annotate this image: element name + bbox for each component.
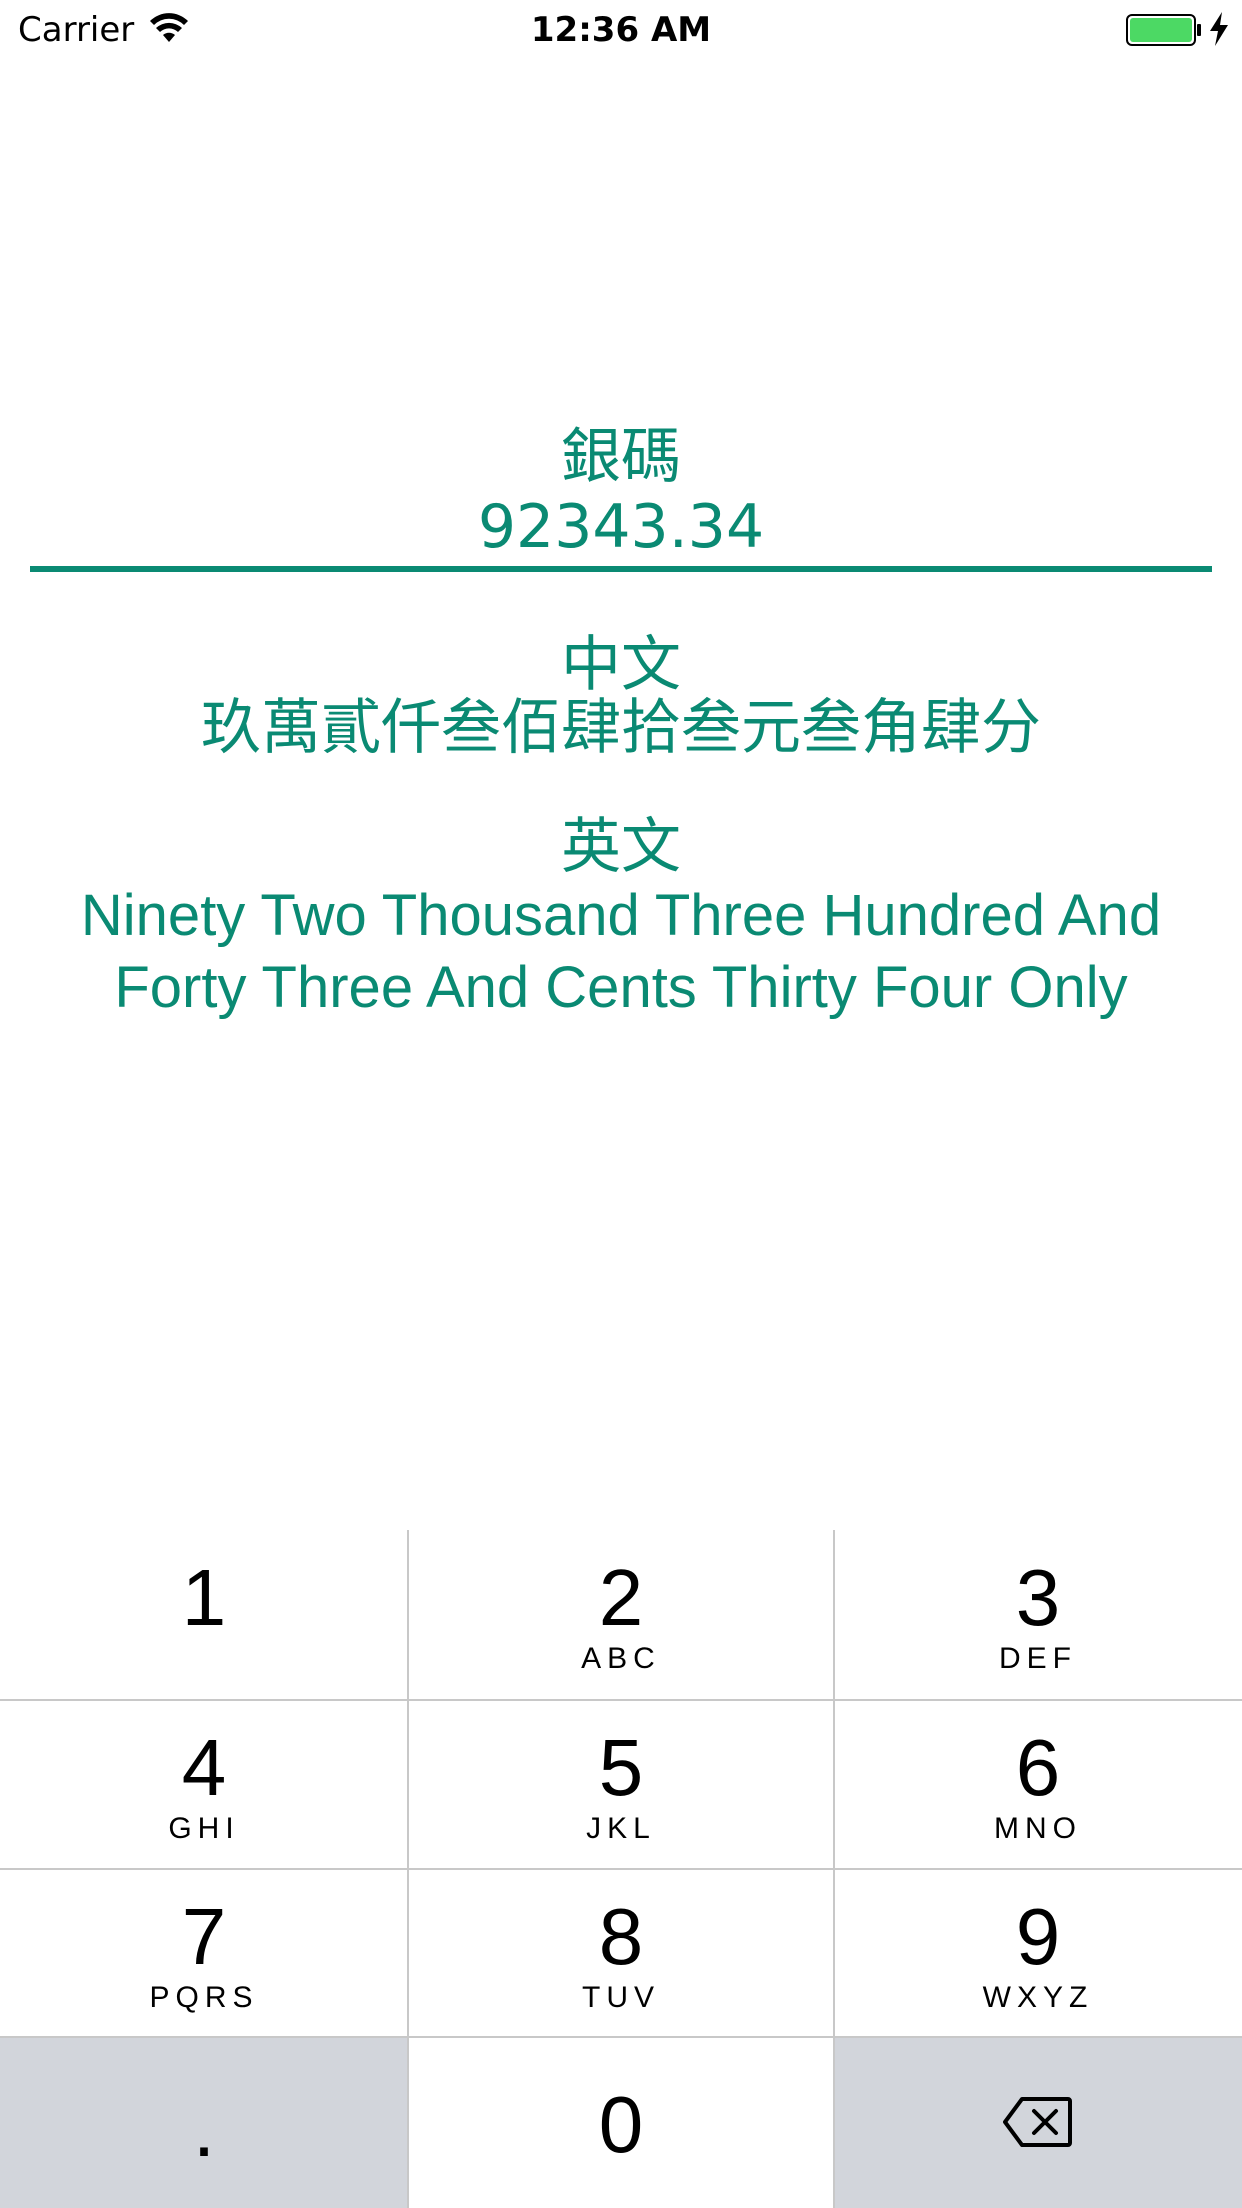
key-digit: 0 [598, 2080, 644, 2169]
keypad-divider [0, 1699, 1242, 1701]
key-letters: TUV [582, 1981, 660, 2014]
amount-underline [30, 566, 1212, 572]
key-decimal-symbol: . [192, 2084, 216, 2173]
key-letters: JKL [586, 1812, 656, 1845]
key-digit: 2 [598, 1553, 644, 1642]
converter-panel: 銀碼 中文 玖萬貳仟叁佰肆拾叁元叁角肆分 英文 Ninety Two Thous… [0, 0, 1242, 1530]
key-digit: 6 [1015, 1723, 1061, 1812]
key-letters: GHI [168, 1812, 240, 1845]
key-digit: 8 [598, 1892, 644, 1981]
key-letters: ABC [581, 1642, 661, 1675]
key-8[interactable]: 8 TUV [408, 1869, 834, 2037]
key-digit: 5 [598, 1723, 644, 1812]
key-1[interactable]: 1 [0, 1530, 408, 1700]
key-digit: 4 [181, 1723, 227, 1812]
amount-input[interactable] [30, 496, 1212, 558]
chinese-amount-text: 玖萬貳仟叁佰肆拾叁元叁角肆分 [201, 693, 1041, 763]
key-5[interactable]: 5 JKL [408, 1700, 834, 1869]
key-7[interactable]: 7 PQRS [0, 1869, 408, 2037]
key-digit: 3 [1015, 1553, 1061, 1642]
key-3[interactable]: 3 DEF [834, 1530, 1242, 1700]
key-letters: WXYZ [982, 1981, 1094, 2014]
keypad-divider [0, 2036, 1242, 2038]
key-0[interactable]: 0 [408, 2037, 834, 2208]
key-digit: 1 [181, 1553, 227, 1642]
chinese-label: 中文 [561, 630, 681, 700]
key-digit: 9 [1015, 1892, 1061, 1981]
key-6[interactable]: 6 MNO [834, 1700, 1242, 1869]
keypad-divider [0, 1868, 1242, 1870]
key-letters: PQRS [149, 1981, 259, 2014]
backspace-icon [1003, 2097, 1072, 2147]
key-digit: 7 [181, 1892, 227, 1981]
key-letters: DEF [999, 1642, 1077, 1675]
decimal-key[interactable]: . [0, 2037, 408, 2208]
english-amount-text: Ninety Two Thousand Three Hundred And Fo… [80, 883, 1162, 1020]
bank-amount-label: 銀碼 [561, 422, 681, 492]
key-letters: MNO [994, 1812, 1082, 1845]
key-9[interactable]: 9 WXYZ [834, 1869, 1242, 2037]
english-label: 英文 [561, 812, 681, 882]
key-4[interactable]: 4 GHI [0, 1700, 408, 1869]
key-2[interactable]: 2 ABC [408, 1530, 834, 1700]
